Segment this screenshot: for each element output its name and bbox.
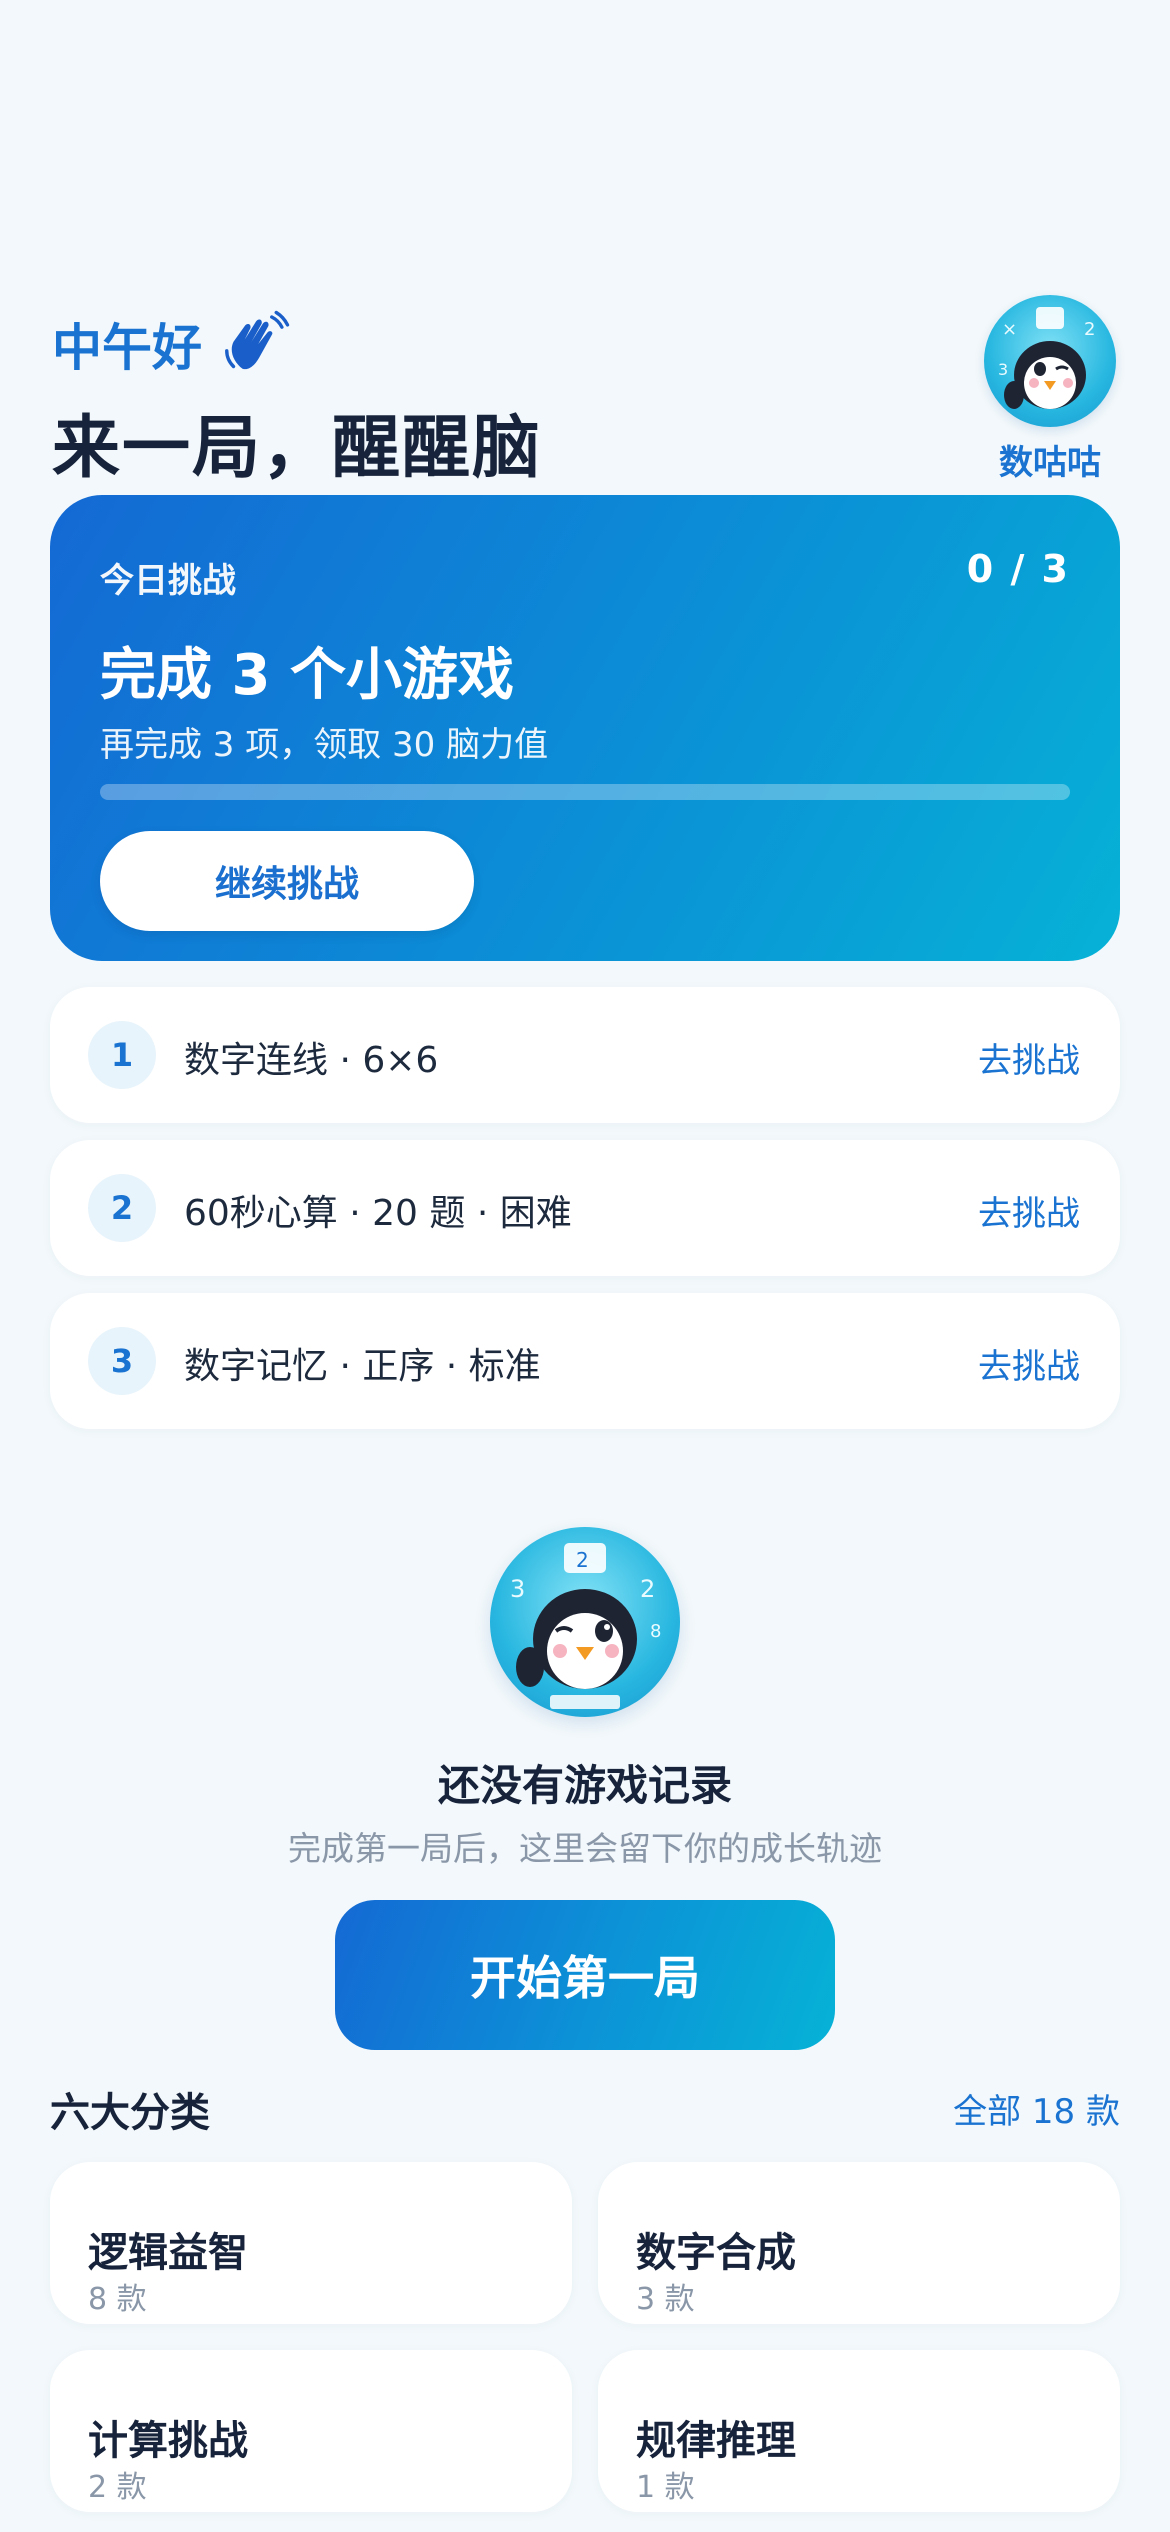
mascot-illustration: 3 2 8 2 — [490, 1527, 680, 1717]
svg-text:8: 8 — [650, 1621, 661, 1642]
waving-hand-icon — [220, 308, 292, 380]
challenge-label: 今日挑战 — [100, 561, 236, 601]
start-first-game-button[interactable]: 开始第一局 — [335, 1900, 835, 2050]
empty-state-subtitle: 完成第一局后，这里会留下你的成长轨迹 — [288, 1829, 882, 1868]
categories-heading: 六大分类 — [50, 2090, 210, 2136]
empty-state-title: 还没有游戏记录 — [437, 1761, 732, 1810]
continue-challenge-button[interactable]: 继续挑战 — [100, 831, 474, 931]
mascot-name[interactable]: 数咕咕 — [999, 435, 1101, 484]
category-card[interactable]: 逻辑益智 8 款 — [50, 2162, 572, 2324]
task-description: 数字连线 · 6×6 — [184, 1040, 439, 1081]
category-name: 逻辑益智 — [88, 2230, 248, 2276]
category-card[interactable]: 数字合成 3 款 — [598, 2162, 1120, 2324]
svg-text:×: × — [1002, 319, 1017, 340]
challenge-progress-bar — [100, 784, 1070, 800]
page-headline: 来一局，醒醒脑 — [52, 409, 543, 488]
task-row[interactable]: 1 数字连线 · 6×6 去挑战 — [50, 987, 1120, 1123]
svg-text:2: 2 — [640, 1575, 655, 1603]
challenge-title: 完成 3 个小游戏 — [100, 643, 514, 708]
all-categories-link[interactable]: 全部 18 款 — [953, 2084, 1120, 2133]
task-description: 数字记忆 · 正序 · 标准 — [184, 1346, 541, 1387]
go-challenge-link[interactable]: 去挑战 — [978, 1033, 1080, 1082]
go-challenge-link[interactable]: 去挑战 — [978, 1339, 1080, 1388]
svg-text:2: 2 — [576, 1548, 589, 1572]
greeting: 中午好 — [52, 308, 292, 380]
category-count: 8 款 — [88, 2282, 147, 2317]
category-name: 数字合成 — [636, 2230, 796, 2276]
task-row[interactable]: 3 数字记忆 · 正序 · 标准 去挑战 — [50, 1293, 1120, 1429]
challenge-progress-count: 0 / 3 — [966, 547, 1070, 591]
category-card[interactable]: 计算挑战 2 款 — [50, 2350, 572, 2512]
category-count: 3 款 — [636, 2282, 695, 2317]
task-description: 60秒心算 · 20 题 · 困难 — [184, 1193, 572, 1234]
daily-challenge-card[interactable]: 今日挑战 0 / 3 完成 3 个小游戏 再完成 3 项，领取 30 脑力值 继… — [50, 495, 1120, 961]
svg-text:3: 3 — [510, 1575, 525, 1603]
mascot-profile[interactable]: × 2 3 数咕咕 — [980, 295, 1120, 484]
go-challenge-link[interactable]: 去挑战 — [978, 1186, 1080, 1235]
category-count: 1 款 — [636, 2470, 695, 2505]
category-card[interactable]: 规律推理 1 款 — [598, 2350, 1120, 2512]
category-name: 规律推理 — [636, 2418, 796, 2464]
challenge-subtitle: 再完成 3 项，领取 30 脑力值 — [100, 725, 549, 765]
svg-text:2: 2 — [1084, 319, 1095, 340]
category-name: 计算挑战 — [88, 2418, 248, 2464]
mascot-avatar[interactable]: × 2 3 — [984, 295, 1116, 427]
task-number-badge: 1 — [88, 1021, 156, 1089]
task-number-badge: 3 — [88, 1327, 156, 1395]
category-count: 2 款 — [88, 2470, 147, 2505]
greeting-text: 中午好 — [52, 319, 202, 377]
task-row[interactable]: 2 60秒心算 · 20 题 · 困难 去挑战 — [50, 1140, 1120, 1276]
task-number-badge: 2 — [88, 1174, 156, 1242]
svg-text:3: 3 — [998, 360, 1008, 379]
